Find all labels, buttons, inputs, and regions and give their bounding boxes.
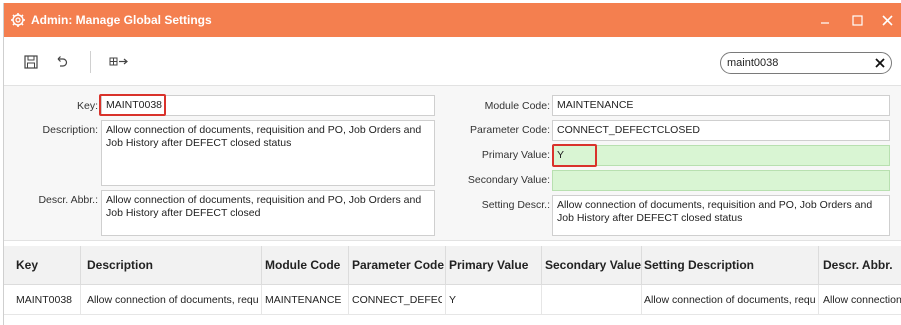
cell-description: Allow connection of documents, requis: [87, 294, 259, 306]
column-header-key[interactable]: Key: [16, 246, 76, 285]
column-header-parameter-code[interactable]: Parameter Code: [352, 246, 444, 285]
column-header-setting-description[interactable]: Setting Description: [644, 246, 814, 285]
table-row[interactable]: MAINT0038 Allow connection of documents,…: [4, 285, 901, 315]
description-label: Description:: [42, 124, 98, 136]
search-input[interactable]: [727, 55, 867, 71]
clear-search-icon[interactable]: [874, 57, 886, 69]
description-field[interactable]: Allow connection of documents, requisiti…: [101, 120, 435, 186]
primary-value-label: Primary Value:: [481, 149, 550, 161]
undo-icon[interactable]: [52, 53, 70, 71]
export-icon[interactable]: [108, 53, 130, 71]
primary-value-field[interactable]: Y: [552, 145, 890, 166]
cell-key: MAINT0038: [16, 294, 73, 306]
secondary-value-label: Secondary Value:: [467, 174, 550, 186]
toolbar-divider: [90, 51, 91, 73]
window-title: Admin: Manage Global Settings: [31, 13, 212, 27]
gear-icon: [10, 12, 26, 28]
settings-form: Key: MAINT0038 Description: Allow connec…: [4, 85, 901, 241]
column-header-primary-value[interactable]: Primary Value: [449, 246, 541, 285]
cell-module-code: MAINTENANCE: [265, 294, 342, 306]
settings-window: Admin: Manage Global Settings maint0038 …: [3, 3, 901, 325]
grid-header: Key Description Module Code Parameter Co…: [4, 246, 901, 285]
cell-parameter-code: CONNECT_DEFECTCL: [352, 294, 442, 306]
cell-descr-abbr: Allow connection: [823, 294, 901, 306]
column-header-secondary-value[interactable]: Secondary Value: [545, 246, 641, 285]
setting-descr-field[interactable]: Allow connection of documents, requisiti…: [552, 195, 890, 236]
column-header-descr-abbr[interactable]: Descr. Abbr.: [823, 246, 899, 285]
parameter-code-label: Parameter Code:: [470, 124, 550, 136]
cell-secondary-value: [545, 285, 639, 315]
descr-abbr-field[interactable]: Allow connection of documents, requisiti…: [101, 190, 435, 236]
maximize-button[interactable]: [842, 3, 872, 37]
cell-setting-description: Allow connection of documents, requis: [644, 294, 816, 306]
save-icon[interactable]: [22, 53, 40, 71]
parameter-code-field[interactable]: CONNECT_DEFECTCLOSED: [552, 120, 890, 141]
module-code-field[interactable]: MAINTENANCE: [552, 95, 890, 116]
module-code-label: Module Code:: [484, 100, 550, 112]
search-box[interactable]: [720, 52, 892, 74]
key-label: Key:: [76, 100, 98, 112]
title-bar: Admin: Manage Global Settings: [4, 3, 901, 37]
toolbar: [4, 37, 901, 85]
descr-abbr-label: Descr. Abbr.:: [38, 194, 98, 206]
column-header-module-code[interactable]: Module Code: [265, 246, 347, 285]
key-highlight: [99, 94, 166, 116]
primary-value-highlight: [552, 144, 597, 167]
minimize-button[interactable]: [810, 3, 840, 37]
close-button[interactable]: [872, 3, 901, 37]
settings-grid: Key Description Module Code Parameter Co…: [4, 246, 901, 325]
column-header-description[interactable]: Description: [87, 246, 259, 285]
setting-descr-label: Setting Descr.:: [481, 199, 550, 211]
secondary-value-field[interactable]: [552, 170, 890, 191]
cell-primary-value: Y: [449, 294, 457, 306]
